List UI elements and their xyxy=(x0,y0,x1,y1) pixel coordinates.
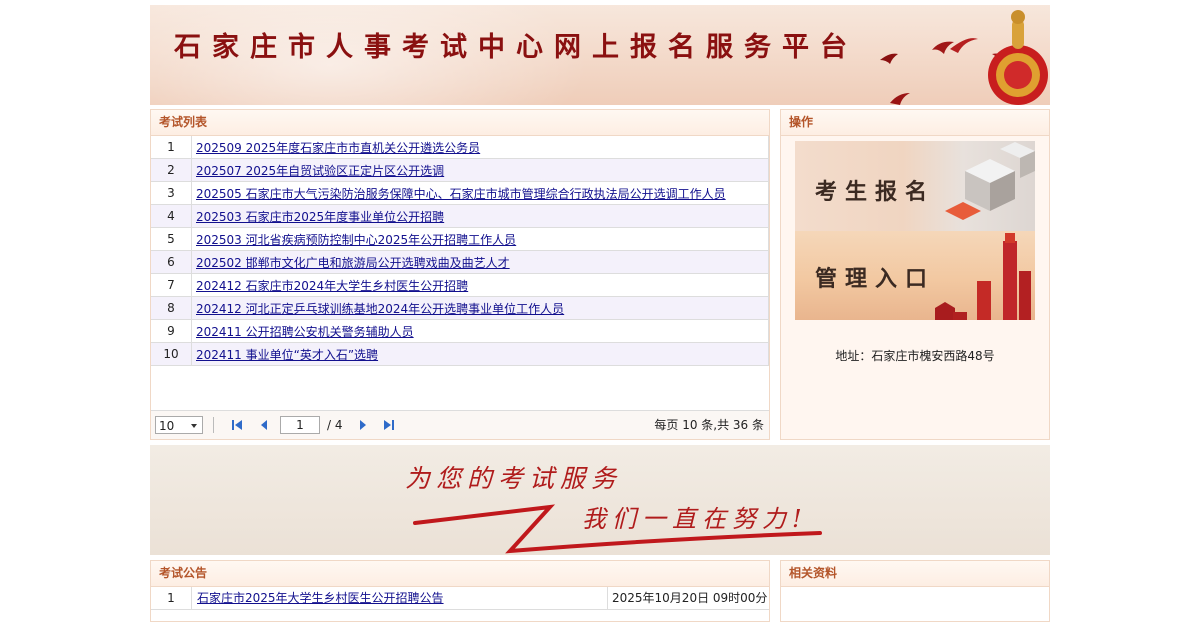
exam-table: 1 202509 2025年度石家庄市市直机关公开遴选公务员 2 202507 … xyxy=(151,136,769,366)
exam-list-panel: 考试列表 1 202509 2025年度石家庄市市直机关公开遴选公务员 2 20… xyxy=(150,109,770,440)
table-row: 6 202502 邯郸市文化广电和旅游局公开选聘戏曲及曲艺人才 xyxy=(151,250,769,274)
pigeons-and-lantern-decoration xyxy=(880,10,1048,105)
manage-label: 管理入口 xyxy=(815,267,936,292)
row-number: 6 xyxy=(151,250,192,274)
chevron-down-icon xyxy=(191,424,197,428)
table-row: 10 202411 事业单位“英才入石”选聘 xyxy=(151,342,769,366)
candidate-register-button[interactable]: 考生报名 xyxy=(795,141,1035,231)
row-number: 10 xyxy=(151,342,192,366)
exam-link[interactable]: 202503 石家庄市2025年度事业单位公开招聘 xyxy=(196,210,444,224)
resources-title: 相关资料 xyxy=(781,561,1049,587)
row-number: 8 xyxy=(151,296,192,320)
table-row: 4 202503 石家庄市2025年度事业单位公开招聘 xyxy=(151,204,769,228)
exam-link[interactable]: 202411 事业单位“英才入石”选聘 xyxy=(196,348,378,362)
slogan-banner: 为您的考试服务 我们一直在努力! xyxy=(150,445,1050,555)
first-page-icon[interactable] xyxy=(231,419,243,431)
cubes-graphic xyxy=(945,142,1035,220)
exam-link[interactable]: 202412 河北正定乒乓球训练基地2024年公开选聘事业单位工作人员 xyxy=(196,302,564,316)
notice-date: 2025年10月20日 09时00分 xyxy=(607,587,767,609)
total-pages: / 4 xyxy=(327,418,343,432)
page-summary: 每页 10 条,共 36 条 xyxy=(654,418,764,432)
table-row: 7 202412 石家庄市2024年大学生乡村医生公开招聘 xyxy=(151,273,769,297)
exam-link[interactable]: 202412 石家庄市2024年大学生乡村医生公开招聘 xyxy=(196,279,468,293)
table-row: 2 202507 2025年自贸试验区正定片区公开选调 xyxy=(151,158,769,182)
slogan-line-2: 我们一直在努力! xyxy=(582,505,808,533)
admin-entry-button[interactable]: 管理入口 xyxy=(795,231,1035,320)
table-row: 5 202503 河北省疾病预防控制中心2025年公开招聘工作人员 xyxy=(151,227,769,251)
table-row: 9 202411 公开招聘公安机关警务辅助人员 xyxy=(151,319,769,343)
table-row: 8 202412 河北正定乒乓球训练基地2024年公开选聘事业单位工作人员 xyxy=(151,296,769,320)
register-label: 考生报名 xyxy=(815,180,936,205)
exam-link[interactable]: 202503 河北省疾病预防控制中心2025年公开招聘工作人员 xyxy=(196,233,516,247)
row-number: 3 xyxy=(151,181,192,205)
table-row: 1 202509 2025年度石家庄市市直机关公开遴选公务员 xyxy=(151,136,769,159)
row-number: 7 xyxy=(151,273,192,297)
notices-title: 考试公告 xyxy=(151,561,769,587)
row-number: 4 xyxy=(151,204,192,228)
table-row: 3 202505 石家庄市大气污染防治服务保障中心、石家庄市城市管理综合行政执法… xyxy=(151,181,769,205)
exam-link[interactable]: 202507 2025年自贸试验区正定片区公开选调 xyxy=(196,164,444,178)
page-number-input[interactable]: 1 xyxy=(280,416,320,434)
pagination-bar: 10 1 / 4 每页 10 条,共 36 条 xyxy=(151,410,769,439)
last-page-icon[interactable] xyxy=(383,419,395,431)
row-number: 1 xyxy=(151,587,192,609)
row-number: 9 xyxy=(151,319,192,343)
row-number: 5 xyxy=(151,227,192,251)
header-banner: 石家庄市人事考试中心网上报名服务平台 xyxy=(150,5,1050,105)
notices-panel: 考试公告 1 石家庄市2025年大学生乡村医生公开招聘公告 2025年10月20… xyxy=(150,560,770,622)
slogan-line-1: 为您的考试服务 xyxy=(405,464,623,493)
exam-link[interactable]: 202509 2025年度石家庄市市直机关公开遴选公务员 xyxy=(196,141,480,155)
exam-link[interactable]: 202505 石家庄市大气污染防治服务保障中心、石家庄市城市管理综合行政执法局公… xyxy=(196,187,726,201)
operations-title: 操作 xyxy=(781,110,1049,136)
row-number: 1 xyxy=(151,136,192,159)
notice-link[interactable]: 石家庄市2025年大学生乡村医生公开招聘公告 xyxy=(197,587,444,609)
address-text: 地址：石家庄市槐安西路48号 xyxy=(835,349,995,363)
operations-panel: 操作 考生报名 管理入口 地址：石家庄市槐安西路48号 xyxy=(780,109,1050,440)
exam-link[interactable]: 202411 公开招聘公安机关警务辅助人员 xyxy=(196,325,414,339)
page-size-select[interactable]: 10 xyxy=(155,416,203,434)
pager-divider xyxy=(213,417,214,433)
row-number: 2 xyxy=(151,158,192,182)
page-size-value: 10 xyxy=(159,419,175,433)
exam-link[interactable]: 202502 邯郸市文化广电和旅游局公开选聘戏曲及曲艺人才 xyxy=(196,256,510,270)
site-title: 石家庄市人事考试中心网上报名服务平台 xyxy=(174,32,858,63)
exam-list-title: 考试列表 xyxy=(151,110,769,136)
next-page-icon[interactable] xyxy=(357,419,369,431)
resources-panel: 相关资料 xyxy=(780,560,1050,622)
list-item: 1 石家庄市2025年大学生乡村医生公开招聘公告 2025年10月20日 09时… xyxy=(151,587,769,610)
prev-page-icon[interactable] xyxy=(258,419,270,431)
